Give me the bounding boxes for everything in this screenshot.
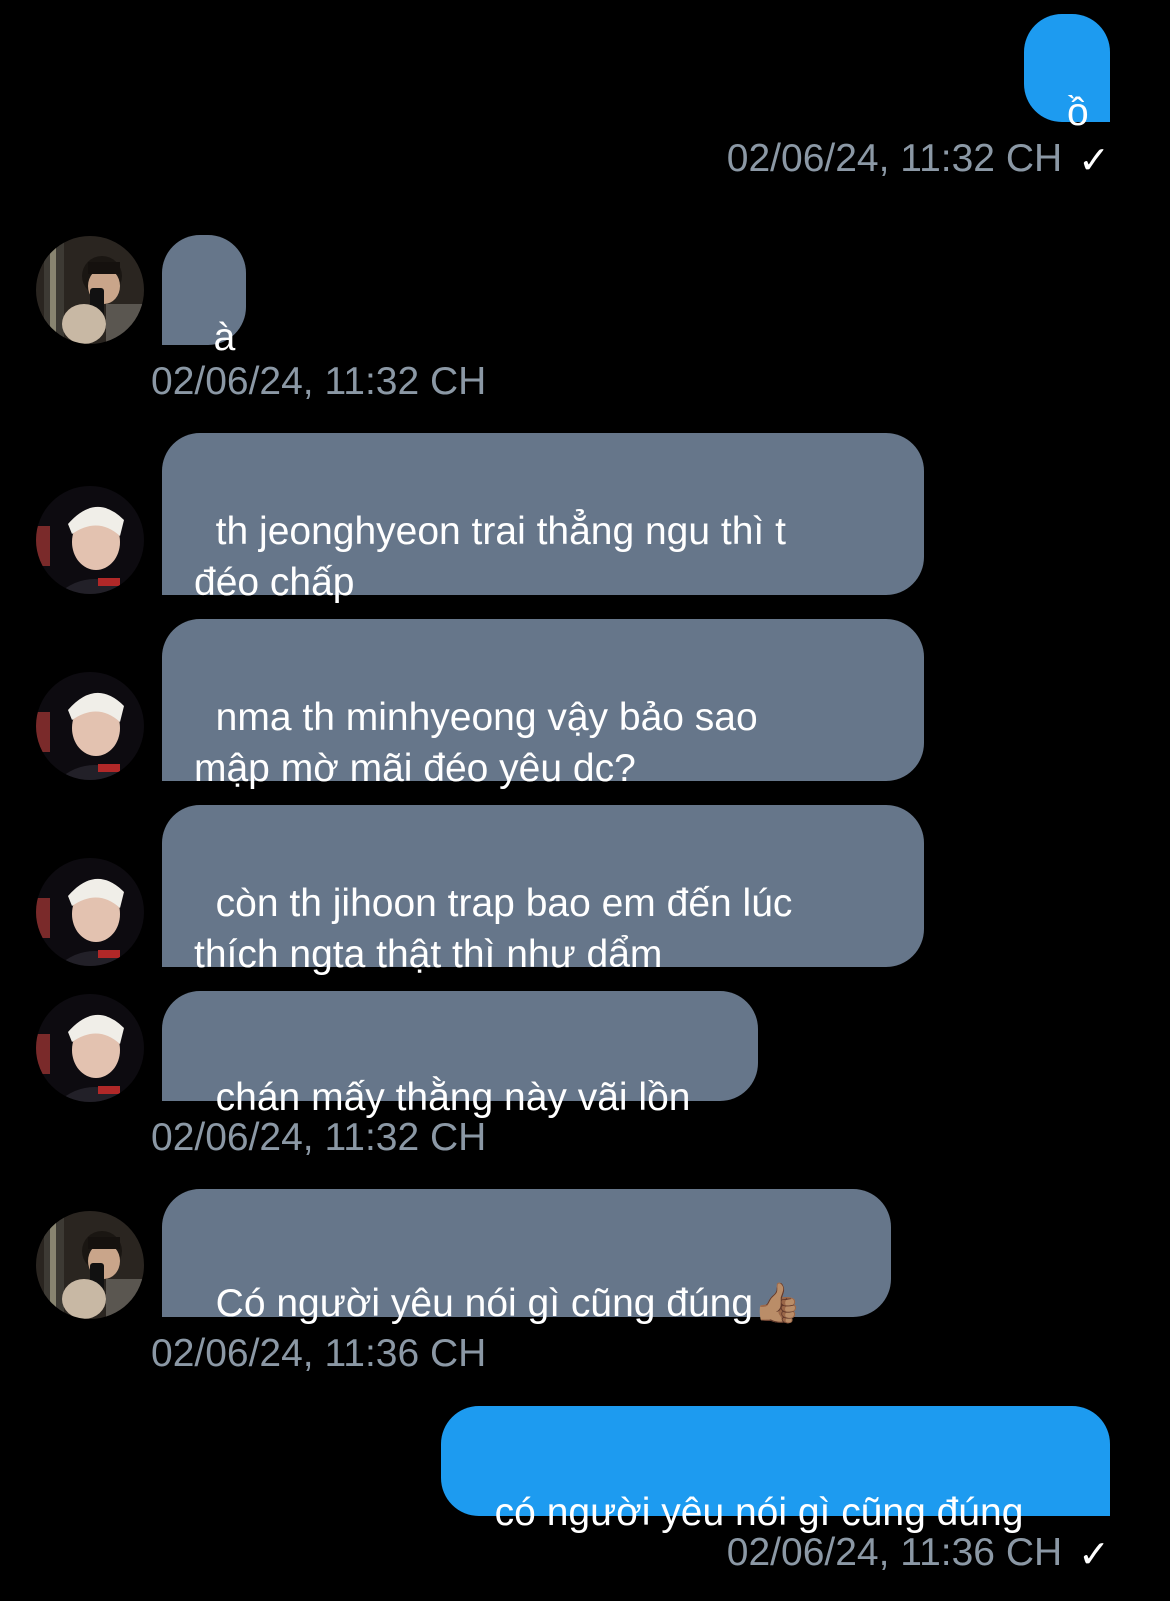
avatar-photo-blond — [36, 994, 144, 1102]
message-timestamp: 02/06/24, 11:36 CH — [151, 1332, 487, 1375]
incoming-message-bubble[interactable]: còn th jihoon trap bao em đến lúc thích … — [162, 805, 924, 976]
read-check-icon: ✓ — [1078, 139, 1110, 182]
avatar[interactable] — [36, 672, 144, 780]
message-text: th jeonghyeon trai thẳng ngu thì t đéo c… — [194, 510, 786, 604]
avatar[interactable] — [36, 236, 144, 344]
read-check-icon: ✓ — [1078, 1533, 1110, 1576]
message-timestamp: 02/06/24, 11:36 CH ✓ — [727, 1531, 1110, 1577]
message-timestamp: 02/06/24, 11:32 CH ✓ — [727, 137, 1110, 183]
avatar-photo-blond — [36, 672, 144, 780]
avatar[interactable] — [36, 486, 144, 594]
avatar[interactable] — [36, 858, 144, 966]
message-text: ồ — [1066, 91, 1089, 134]
avatar[interactable] — [36, 994, 144, 1102]
message-text: có người yêu nói gì cũng đúng — [494, 1491, 1024, 1534]
message-text: chán mấy thằng này vãi lồn — [215, 1076, 691, 1119]
outgoing-message-bubble[interactable]: có người yêu nói gì cũng đúng — [441, 1406, 1110, 1534]
timestamp-text: 02/06/24, 11:36 CH — [726, 1531, 1063, 1574]
avatar[interactable] — [36, 1211, 144, 1319]
message-timestamp: 02/06/24, 11:32 CH — [151, 360, 487, 403]
avatar-photo-blond — [36, 486, 144, 594]
avatar-photo-dark — [36, 1211, 144, 1319]
avatar-photo-blond — [36, 858, 144, 966]
message-text: à — [213, 316, 236, 359]
outgoing-message-bubble[interactable]: ồ — [1024, 14, 1110, 134]
message-text: Có người yêu nói gì cũng đúng — [215, 1282, 754, 1325]
message-text: nma th minhyeong vậy bảo sao mập mờ mãi … — [194, 696, 758, 790]
timestamp-text: 02/06/24, 11:32 CH — [726, 137, 1063, 180]
avatar-photo-dark — [36, 236, 144, 344]
message-text: còn th jihoon trap bao em đến lúc thích … — [194, 882, 793, 976]
incoming-message-bubble[interactable]: à — [162, 235, 246, 359]
incoming-message-bubble[interactable]: th jeonghyeon trai thẳng ngu thì t đéo c… — [162, 433, 924, 604]
incoming-message-bubble[interactable]: nma th minhyeong vậy bảo sao mập mờ mãi … — [162, 619, 924, 790]
incoming-message-bubble[interactable]: chán mấy thằng này vãi lồn — [162, 991, 758, 1119]
incoming-message-bubble[interactable]: Có người yêu nói gì cũng đúng👍🏽 — [162, 1189, 891, 1325]
thumbs-up-emoji-icon: 👍🏽 — [753, 1282, 802, 1325]
message-timestamp: 02/06/24, 11:32 CH — [151, 1116, 487, 1159]
